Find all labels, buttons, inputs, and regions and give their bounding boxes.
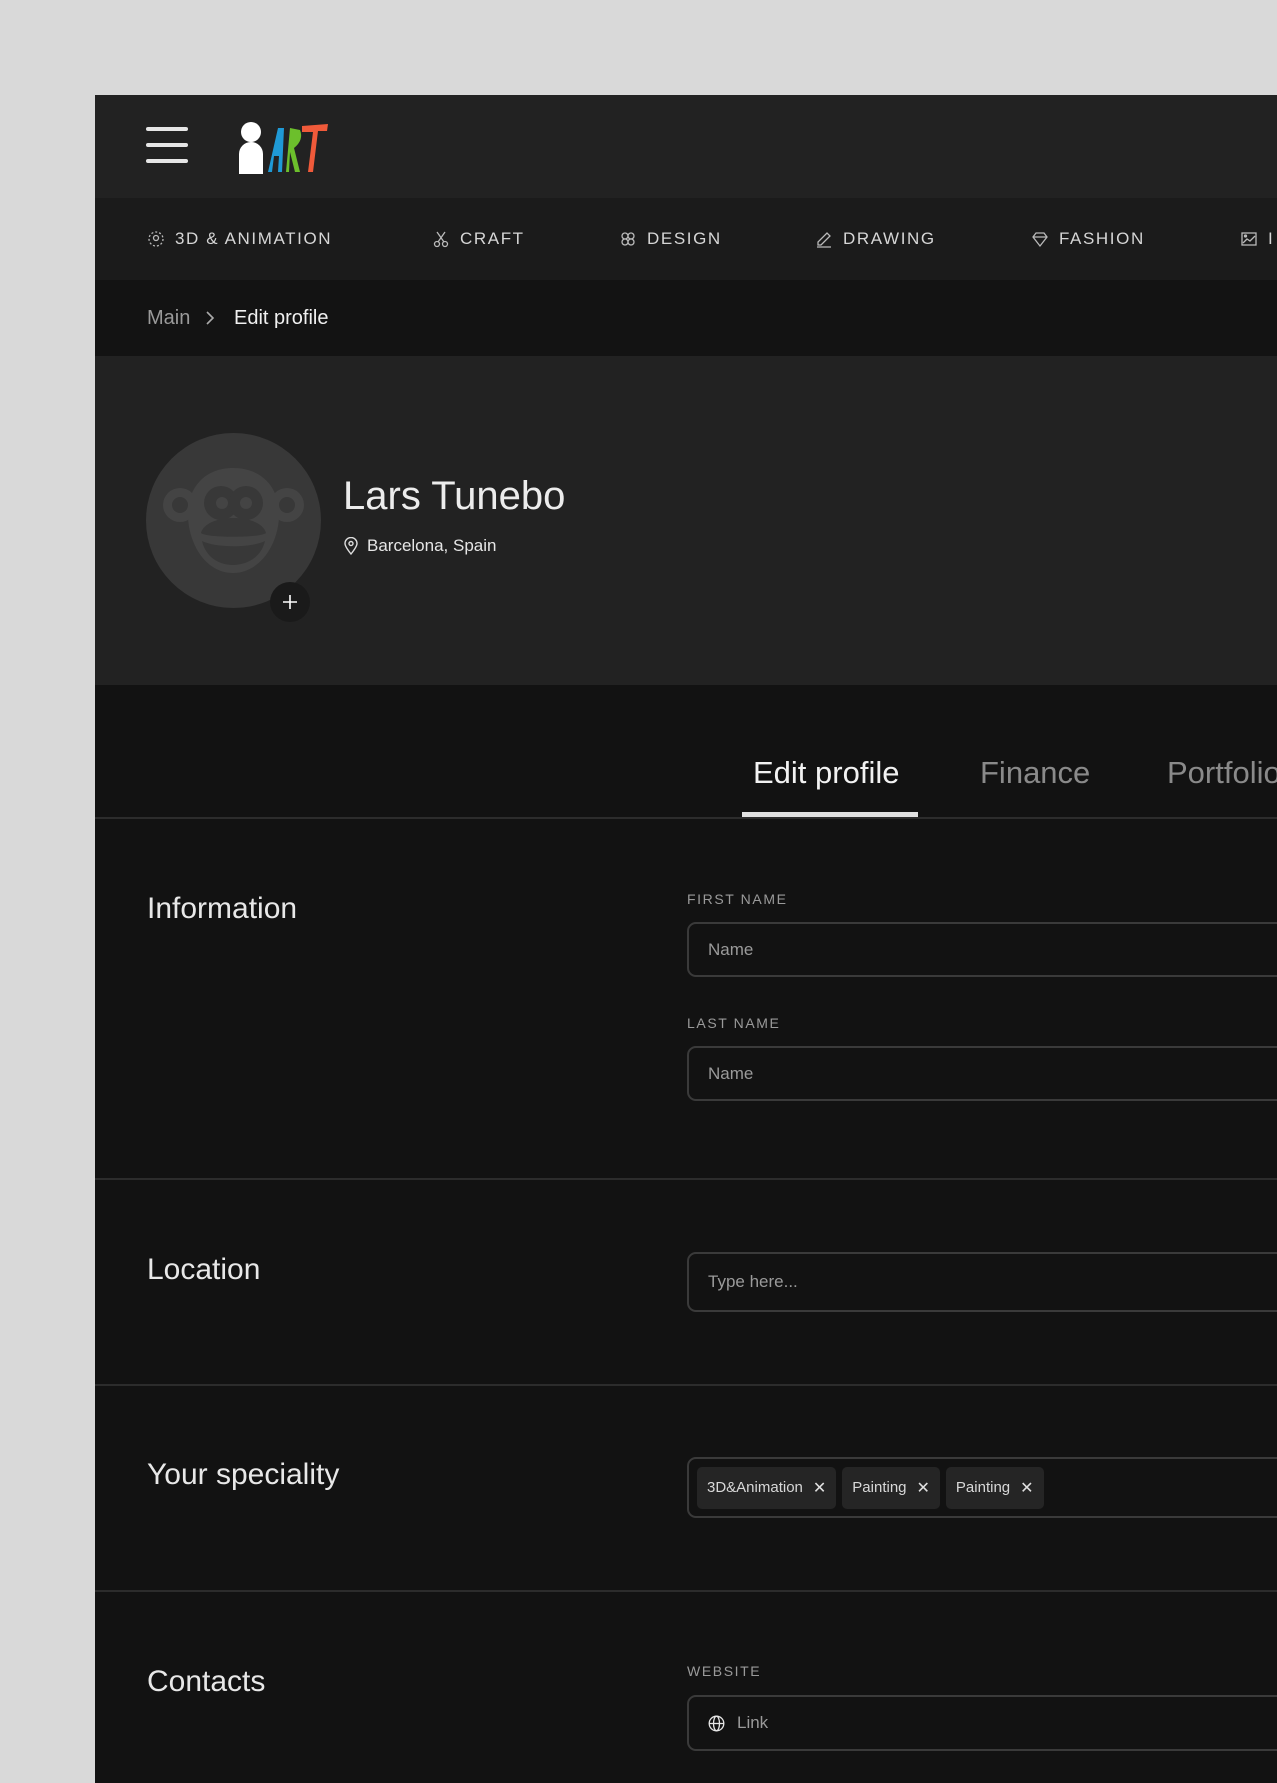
nav-item-label: DRAWING	[843, 229, 936, 248]
nav-item-design[interactable]: DESIGN	[619, 198, 722, 280]
add-photo-button[interactable]	[270, 582, 310, 622]
speciality-tags-input[interactable]: 3D&Animation ✕ Painting ✕ Painting ✕	[687, 1457, 1277, 1518]
first-name-input[interactable]: Name	[687, 922, 1277, 977]
breadcrumb-main-link[interactable]: Main	[147, 280, 190, 356]
diamond-icon	[1032, 232, 1048, 248]
profile-name: Lars Tunebo	[343, 474, 566, 518]
nav-item-label: I	[1268, 229, 1275, 248]
nav-item-label: 3D & ANIMATION	[175, 229, 333, 248]
nav-item-illustration[interactable]: I	[1240, 198, 1274, 280]
close-icon[interactable]: ✕	[813, 1478, 826, 1498]
first-name-label: FIRST NAME	[687, 891, 788, 907]
breadcrumb: Main Edit profile	[95, 280, 1277, 356]
location-placeholder: Type here...	[708, 1272, 798, 1291]
close-icon[interactable]: ✕	[917, 1478, 930, 1498]
image-icon	[1241, 232, 1257, 246]
design-icon	[621, 232, 635, 246]
last-name-input[interactable]: Name	[687, 1046, 1277, 1101]
chevron-right-icon	[205, 280, 215, 356]
nav-item-label: CRAFT	[460, 229, 525, 248]
nav-item-fashion[interactable]: FASHION	[1031, 198, 1145, 280]
tabs-divider	[95, 817, 1277, 819]
tag-chip: Painting ✕	[945, 1466, 1044, 1509]
nav-item-label: DESIGN	[647, 229, 722, 248]
3d-icon	[148, 231, 164, 247]
last-name-placeholder: Name	[708, 1063, 754, 1083]
website-placeholder: Link	[737, 1713, 769, 1732]
tag-label: 3D&Animation	[707, 1479, 803, 1496]
location-text: Barcelona, Spain	[367, 536, 497, 555]
first-name-placeholder: Name	[708, 939, 754, 959]
section-title-information: Information	[147, 892, 298, 925]
profile-header: Lars Tunebo Barcelona, Spain	[95, 356, 1277, 685]
section-title-speciality: Your speciality	[147, 1458, 340, 1491]
tab-portfolio[interactable]: Portfolio	[1167, 755, 1277, 791]
breadcrumb-current: Edit profile	[234, 306, 329, 329]
close-icon[interactable]: ✕	[1020, 1478, 1033, 1498]
location-text-row: Barcelona, Spain	[344, 536, 496, 556]
logo[interactable]	[238, 122, 333, 174]
tab-finance[interactable]: Finance	[980, 755, 1090, 791]
tag-label: Painting	[955, 1479, 1011, 1496]
nav-item-craft[interactable]: CRAFT	[432, 198, 525, 280]
app-window: 3D & ANIMATION CRAFT DESIGN DRAWING FASH…	[95, 95, 1277, 1783]
last-name-label: LAST NAME	[687, 1015, 781, 1031]
location-input[interactable]: Type here...	[687, 1252, 1277, 1312]
nav-item-label: FASHION	[1059, 229, 1145, 248]
nav-item-drawing[interactable]: DRAWING	[815, 198, 936, 280]
section-divider	[95, 1590, 1277, 1592]
globe-icon	[708, 1715, 725, 1731]
website-input[interactable]: Link	[687, 1695, 1277, 1751]
hamburger-icon[interactable]	[146, 127, 188, 163]
website-label: WEBSITE	[687, 1663, 762, 1679]
section-title-location: Location	[147, 1253, 261, 1286]
top-header	[95, 95, 1277, 198]
tab-edit-profile[interactable]: Edit profile	[753, 755, 899, 791]
tag-label: Painting	[852, 1479, 907, 1496]
nav-item-3d-animation[interactable]: 3D & ANIMATION	[147, 198, 332, 280]
section-divider	[95, 1384, 1277, 1386]
section-divider	[95, 1178, 1277, 1180]
location-pin-icon	[344, 537, 358, 555]
tag-chip: Painting ✕	[842, 1466, 940, 1509]
scissors-icon	[433, 231, 449, 248]
tag-chip: 3D&Animation ✕	[697, 1466, 837, 1509]
category-nav: 3D & ANIMATION CRAFT DESIGN DRAWING FASH…	[95, 198, 1277, 280]
section-title-contacts: Contacts	[147, 1665, 266, 1698]
plus-icon	[283, 595, 297, 609]
pencil-icon	[817, 232, 831, 248]
